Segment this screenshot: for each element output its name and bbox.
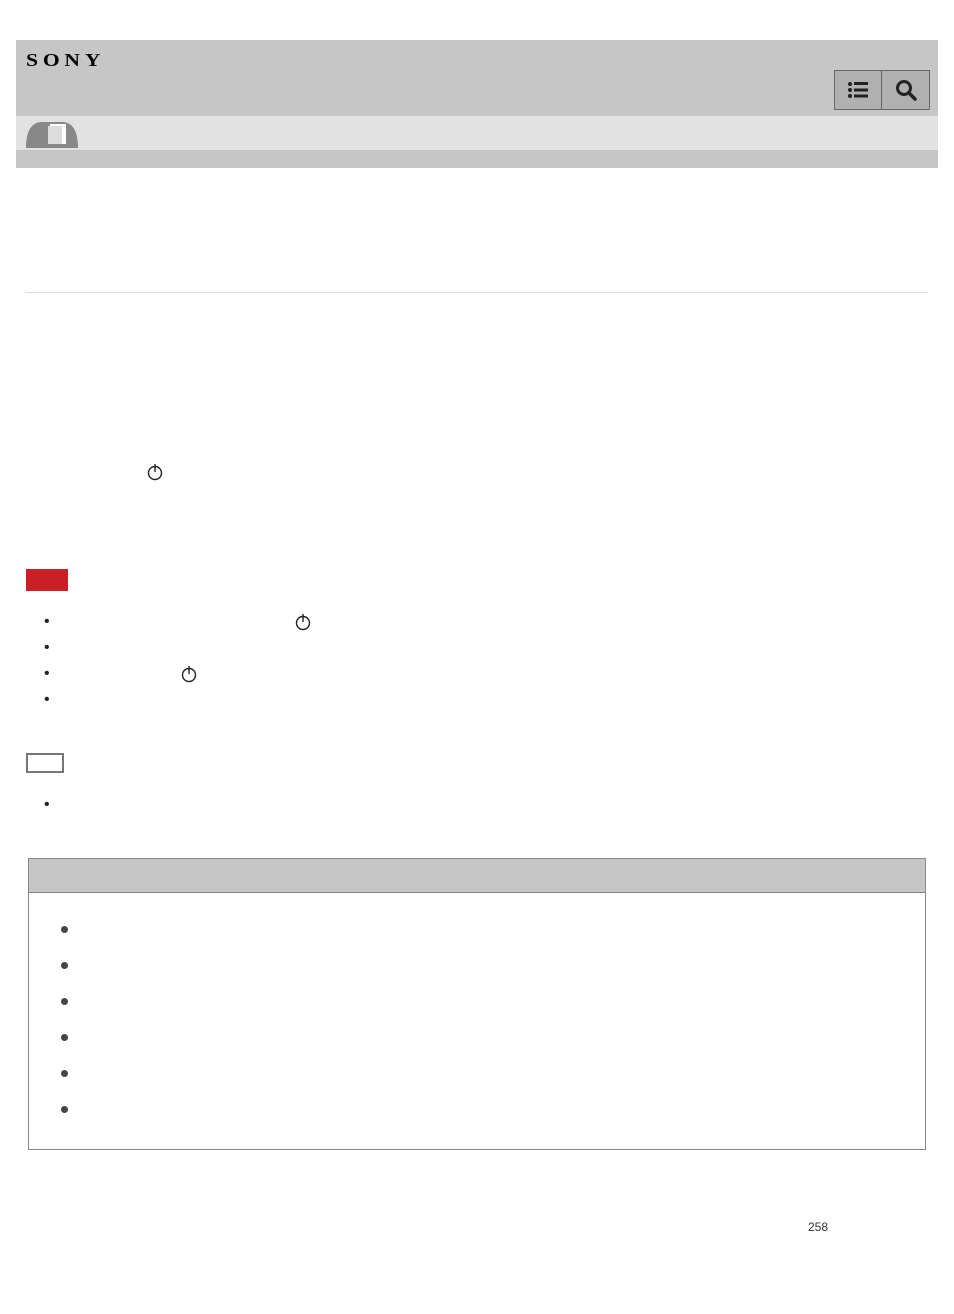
divider-line	[26, 292, 928, 293]
warning-badge	[26, 569, 68, 591]
list-icon	[847, 82, 869, 98]
reference-table	[28, 858, 926, 1150]
bullet-dot-icon	[61, 962, 68, 969]
power-icon	[294, 613, 312, 631]
bullet-dot-icon	[61, 1070, 68, 1077]
top-header-bar: SONY	[16, 40, 938, 116]
table-row	[29, 947, 925, 983]
content-area: 258	[16, 168, 938, 1234]
note-label-box	[26, 753, 64, 773]
document-tab[interactable]	[24, 116, 80, 150]
gray-strip	[16, 150, 938, 168]
table-header	[29, 859, 925, 893]
top-icon-group	[834, 70, 930, 110]
table-row	[29, 1019, 925, 1055]
table-body	[29, 893, 925, 1149]
page-number: 258	[26, 1150, 928, 1234]
warning-item	[26, 609, 928, 635]
warning-item	[26, 661, 928, 687]
warning-item	[26, 687, 928, 713]
search-icon	[895, 79, 917, 101]
power-icon-row	[26, 463, 928, 481]
sub-header-bar	[16, 116, 938, 150]
list-menu-button[interactable]	[834, 70, 882, 110]
table-row	[29, 983, 925, 1019]
bullet-dot-icon	[61, 1034, 68, 1041]
power-icon	[180, 665, 198, 683]
search-button[interactable]	[882, 70, 930, 110]
document-tab-icon	[24, 114, 80, 150]
table-row	[29, 911, 925, 947]
bullet-dot-icon	[61, 998, 68, 1005]
bullet-dot-icon	[61, 926, 68, 933]
bullet-dot-icon	[61, 1106, 68, 1113]
warning-item	[26, 635, 928, 661]
warning-bullet-list	[26, 609, 928, 713]
note-item	[26, 792, 928, 818]
note-bullet-list	[26, 792, 928, 818]
table-row	[29, 1055, 925, 1091]
sony-logo: SONY	[26, 50, 105, 71]
power-icon	[146, 463, 164, 481]
table-row	[29, 1091, 925, 1127]
